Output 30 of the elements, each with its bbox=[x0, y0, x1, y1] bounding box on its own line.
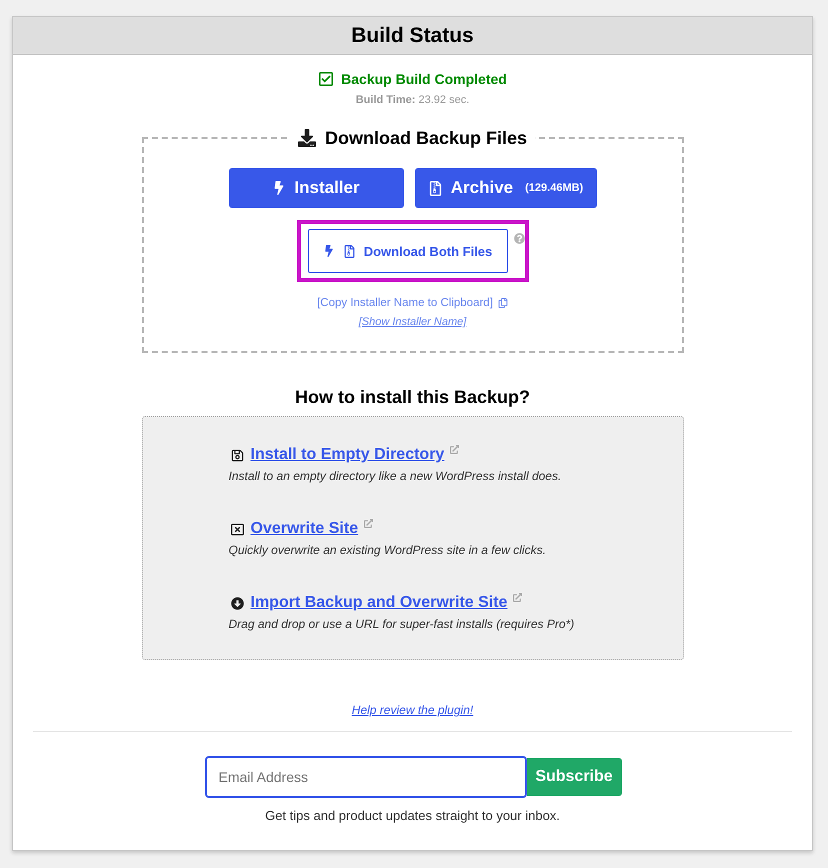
lightning-bolt-icon bbox=[322, 245, 335, 257]
help-icon[interactable] bbox=[514, 233, 524, 244]
section-title: How to install this Backup? bbox=[294, 386, 532, 408]
email-field[interactable]: Email Address bbox=[204, 756, 526, 798]
installer-button[interactable]: Installer bbox=[228, 168, 404, 208]
build-time: Build Time: 23.92 sec. bbox=[354, 93, 470, 107]
download-both-button[interactable]: Download Both Files bbox=[308, 229, 508, 273]
window-title: Build Status bbox=[351, 22, 474, 48]
archive-button[interactable]: Archive (129.46MB) bbox=[414, 168, 596, 208]
zip-file-icon bbox=[342, 244, 356, 258]
method-link[interactable]: Overwrite Site bbox=[250, 519, 358, 539]
method-description: Drag and drop or use a URL for super-fast installs (requires Pro*) bbox=[228, 616, 576, 632]
lightning-bolt-icon bbox=[272, 181, 286, 195]
status-message: Backup Build Completed bbox=[341, 70, 507, 89]
subscribe-note: Get tips and product updates straight to your inbox. bbox=[264, 808, 561, 824]
method-description: Install to an empty directory like a new WordPress install does. bbox=[228, 468, 562, 484]
subscribe-button[interactable]: Subscribe bbox=[526, 758, 622, 796]
download-icon bbox=[298, 129, 316, 147]
zip-file-icon bbox=[428, 180, 443, 196]
method-description: Quickly overwrite an existing WordPress site in a few clicks. bbox=[228, 542, 547, 558]
section-title: Download Backup Files bbox=[324, 127, 528, 150]
copy-icon bbox=[498, 298, 508, 308]
copy-name-link[interactable]: [Copy Installer Name to Clipboard] bbox=[317, 296, 508, 310]
show-name-link[interactable]: [Show Installer Name] bbox=[358, 315, 466, 329]
external-link-icon bbox=[513, 593, 522, 602]
external-link-icon bbox=[364, 519, 374, 528]
external-link-icon bbox=[450, 445, 460, 454]
review-link[interactable]: Help review the plugin! bbox=[352, 702, 474, 718]
method-link[interactable]: Import Backup and Overwrite Site bbox=[250, 593, 508, 613]
method-link[interactable]: Install to Empty Directory bbox=[250, 445, 444, 465]
